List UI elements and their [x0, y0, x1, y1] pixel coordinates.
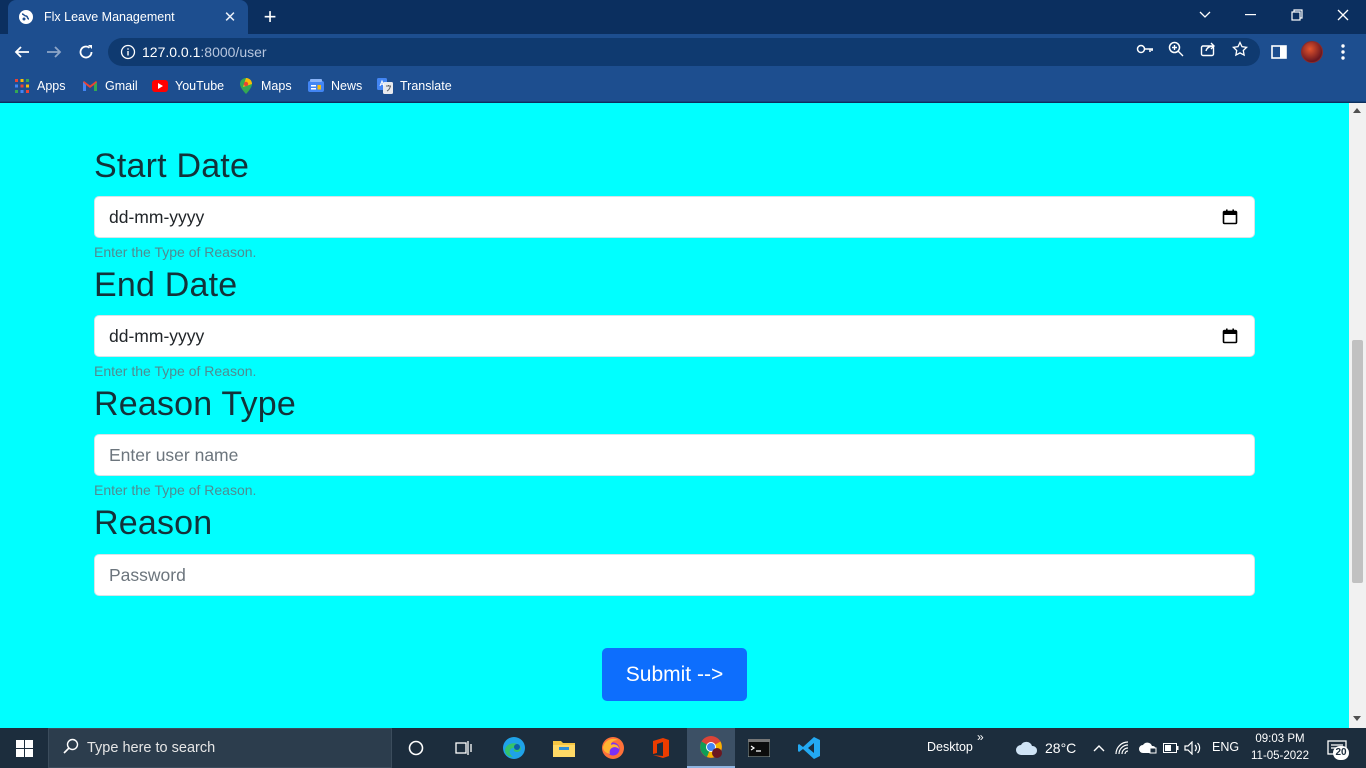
wifi-icon[interactable] — [1114, 739, 1132, 757]
reason-type-help: Enter the Type of Reason. — [94, 482, 257, 498]
new-tab-button[interactable]: + — [258, 6, 282, 28]
weather-temperature[interactable]: 28°C — [1045, 740, 1076, 756]
bookmark-youtube[interactable]: YouTube — [152, 76, 224, 96]
scrollbar-thumb[interactable] — [1352, 340, 1363, 583]
bookmarks-bar: Apps Gmail YouTube Maps News Translate — [0, 70, 1366, 102]
site-info-icon[interactable] — [120, 44, 136, 60]
reload-icon[interactable] — [74, 40, 98, 64]
toolbar-overflow-chevron-icon[interactable]: » — [977, 730, 984, 744]
cortana-icon[interactable] — [392, 728, 440, 768]
browser-titlebar: Flx Leave Management ✕ + — [0, 0, 1366, 34]
notifications-icon[interactable]: 20 — [1323, 738, 1351, 760]
bookmark-label: News — [331, 79, 363, 93]
gmail-icon — [82, 78, 98, 94]
calendar-icon[interactable] — [1220, 207, 1240, 227]
bookmark-translate[interactable]: Translate — [377, 76, 452, 96]
battery-icon[interactable] — [1162, 739, 1180, 757]
start-date-value: dd-mm-yyyy — [109, 206, 205, 227]
url-host: 127.0.0.1 — [142, 44, 201, 60]
start-date-input[interactable]: dd-mm-yyyy — [94, 196, 1255, 238]
youtube-icon — [152, 78, 168, 94]
start-date-label: Start Date — [94, 147, 250, 185]
search-placeholder: Type here to search — [87, 740, 216, 756]
browser-toolbar: 127.0.0.1:8000/user — [0, 34, 1366, 70]
url-path: :8000/user — [200, 44, 267, 60]
bookmark-label: Translate — [400, 79, 452, 93]
apps-grid-icon — [14, 78, 30, 94]
maps-icon — [238, 78, 254, 94]
close-window-button[interactable] — [1320, 0, 1366, 30]
page-scrollbar[interactable] — [1349, 103, 1366, 728]
bookmark-label: Apps — [37, 79, 66, 93]
file-explorer-icon[interactable] — [540, 728, 588, 768]
taskbar-search-box[interactable]: Type here to search — [48, 728, 392, 768]
close-tab-icon[interactable]: ✕ — [222, 9, 238, 26]
tab-search-chevron-icon[interactable] — [1182, 0, 1228, 30]
start-date-help: Enter the Type of Reason. — [94, 244, 257, 260]
globe-icon — [18, 9, 34, 25]
reason-placeholder: Password — [109, 564, 186, 585]
more-menu-icon[interactable] — [1333, 42, 1353, 62]
bookmark-apps[interactable]: Apps — [14, 76, 66, 96]
notification-count-badge: 20 — [1333, 746, 1349, 760]
office-icon[interactable] — [637, 728, 685, 768]
task-view-icon[interactable] — [440, 728, 488, 768]
bookmark-label: YouTube — [175, 79, 225, 93]
calendar-icon[interactable] — [1220, 326, 1240, 346]
show-hidden-icons-chevron-icon[interactable] — [1090, 739, 1108, 757]
end-date-help: Enter the Type of Reason. — [94, 363, 257, 379]
bookmark-maps[interactable]: Maps — [238, 76, 292, 96]
scroll-down-arrow-icon[interactable] — [1353, 716, 1361, 721]
volume-icon[interactable] — [1184, 739, 1202, 757]
edge-browser-icon[interactable] — [490, 728, 538, 768]
desktop-toolbar-label[interactable]: Desktop — [927, 740, 973, 754]
translate-icon — [377, 78, 393, 94]
tab-title: Flx Leave Management — [44, 10, 175, 24]
clock-date: 11-05-2022 — [1251, 750, 1309, 762]
system-clock[interactable]: 09:03 PM 11-05-2022 — [1240, 731, 1320, 765]
onedrive-cloud-icon[interactable] — [1137, 739, 1159, 757]
reason-input[interactable]: Password — [94, 554, 1255, 596]
page-viewport: Start Date dd-mm-yyyy Enter the Type of … — [0, 103, 1349, 728]
scroll-up-arrow-icon[interactable] — [1353, 108, 1361, 113]
reason-type-input[interactable]: Enter user name — [94, 434, 1255, 476]
weather-cloud-icon[interactable] — [1014, 739, 1040, 757]
bookmark-label: Maps — [261, 79, 292, 93]
windows-start-icon[interactable] — [0, 728, 48, 768]
search-icon — [63, 738, 79, 759]
terminal-icon[interactable] — [735, 728, 783, 768]
end-date-input[interactable]: dd-mm-yyyy — [94, 315, 1255, 357]
bookmark-label: Gmail — [105, 79, 138, 93]
submit-button[interactable]: Submit --> — [602, 648, 747, 701]
reason-type-label: Reason Type — [94, 385, 296, 423]
end-date-label: End Date — [94, 266, 238, 304]
minimize-button[interactable] — [1228, 0, 1274, 30]
address-bar[interactable]: 127.0.0.1:8000/user — [108, 38, 1260, 66]
forward-arrow-icon[interactable] — [42, 40, 66, 64]
browser-tab[interactable]: Flx Leave Management ✕ — [8, 0, 248, 34]
bookmark-gmail[interactable]: Gmail — [82, 76, 138, 96]
end-date-value: dd-mm-yyyy — [109, 325, 205, 346]
bookmark-star-icon[interactable] — [1231, 40, 1249, 58]
zoom-icon[interactable] — [1167, 40, 1185, 58]
restore-button[interactable] — [1274, 0, 1320, 30]
chrome-icon[interactable] — [687, 728, 735, 768]
key-icon[interactable] — [1136, 40, 1154, 58]
side-panel-icon[interactable] — [1269, 42, 1289, 62]
back-arrow-icon[interactable] — [10, 40, 34, 64]
vscode-icon[interactable] — [785, 728, 833, 768]
profile-avatar[interactable] — [1301, 41, 1323, 63]
share-icon[interactable] — [1199, 40, 1217, 58]
reason-label: Reason — [94, 504, 213, 542]
news-icon — [308, 78, 324, 94]
reason-type-placeholder: Enter user name — [109, 444, 239, 465]
input-language[interactable]: ENG — [1212, 740, 1239, 754]
firefox-icon[interactable] — [589, 728, 637, 768]
clock-time: 09:03 PM — [1255, 733, 1305, 745]
windows-taskbar: Type here to search Desktop » 28°C ENG 0… — [0, 728, 1366, 768]
bookmark-news[interactable]: News — [308, 76, 362, 96]
